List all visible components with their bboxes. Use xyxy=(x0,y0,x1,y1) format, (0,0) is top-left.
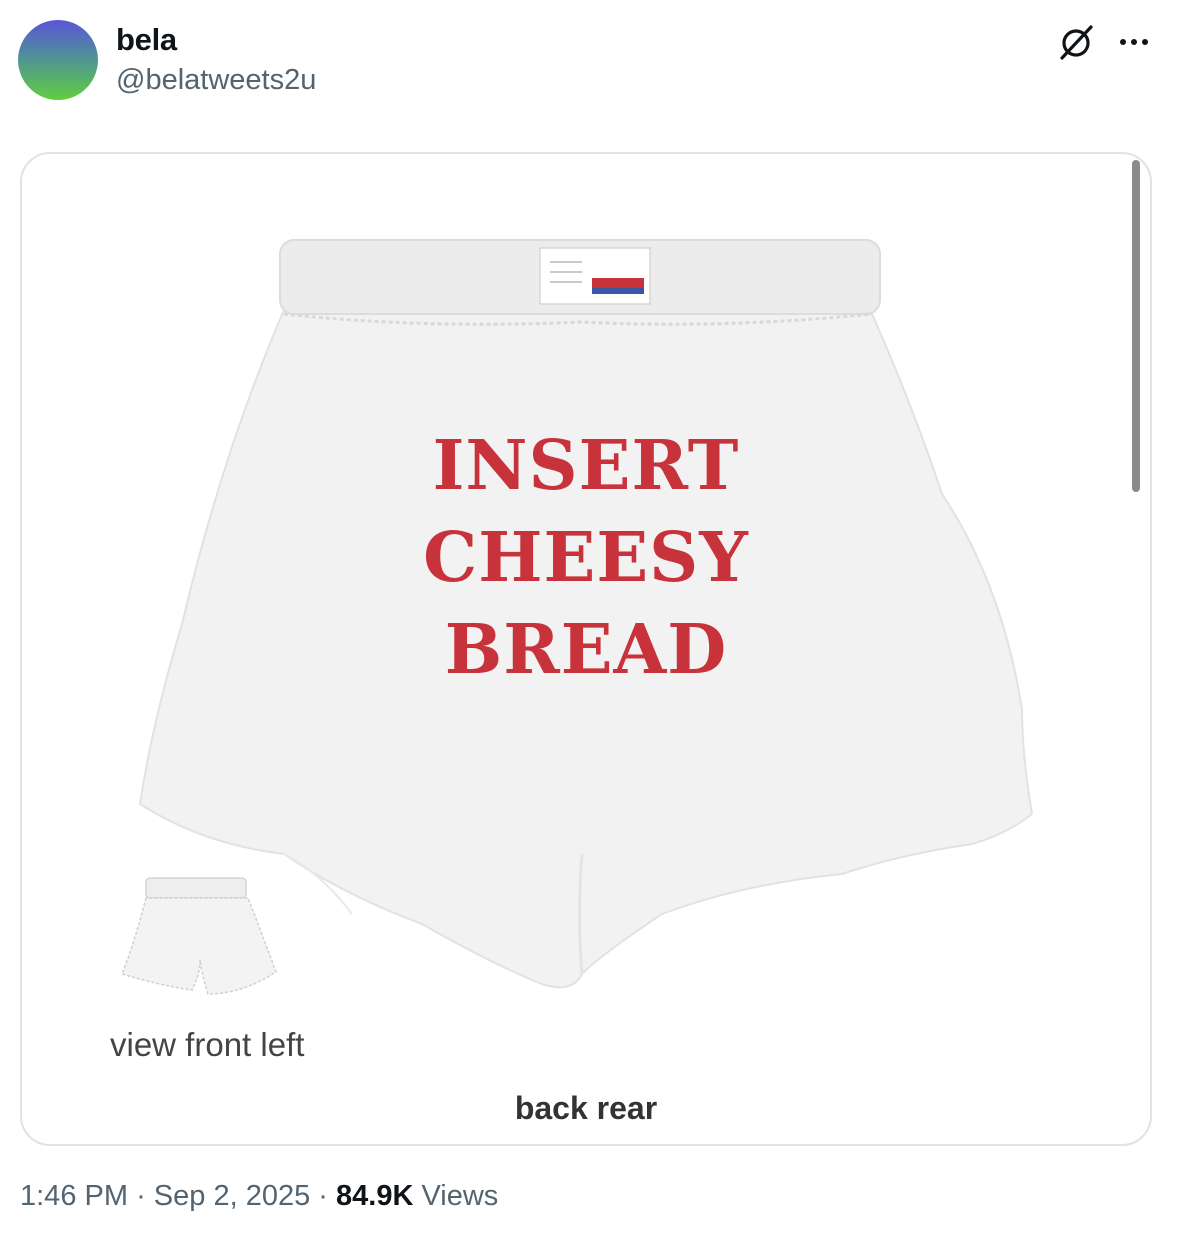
meta-separator: · xyxy=(136,1180,146,1212)
more-icon[interactable] xyxy=(1114,22,1154,62)
avatar[interactable] xyxy=(18,20,98,100)
post-time[interactable]: 1:46 PM xyxy=(20,1180,128,1212)
tweet-meta: 1:46 PM · Sep 2, 2025 · 84.9K Views xyxy=(20,1180,498,1213)
views-label: Views xyxy=(421,1180,499,1212)
print-line-1: INSERT xyxy=(432,426,740,506)
display-name[interactable]: bela xyxy=(116,22,177,58)
tweet-header: bela @belatweets2u xyxy=(0,0,1180,110)
media-scrollbar[interactable] xyxy=(1132,160,1140,492)
caption-front-view: view front left xyxy=(110,1026,305,1063)
meta-separator: · xyxy=(318,1180,328,1212)
tweet-media-image[interactable]: INSERT CHEESY BREAD view front left back… xyxy=(20,152,1152,1146)
views-count: 84.9K xyxy=(336,1180,414,1212)
print-line-3: BREAD xyxy=(444,610,728,690)
print-line-2: CHEESY xyxy=(423,518,749,598)
grok-icon[interactable] xyxy=(1056,22,1096,62)
thumbnail-front-view[interactable] xyxy=(120,877,277,995)
user-handle[interactable]: @belatweets2u xyxy=(116,64,316,97)
caption-back-view: back rear xyxy=(514,1090,658,1126)
post-date[interactable]: Sep 2, 2025 xyxy=(154,1180,310,1212)
